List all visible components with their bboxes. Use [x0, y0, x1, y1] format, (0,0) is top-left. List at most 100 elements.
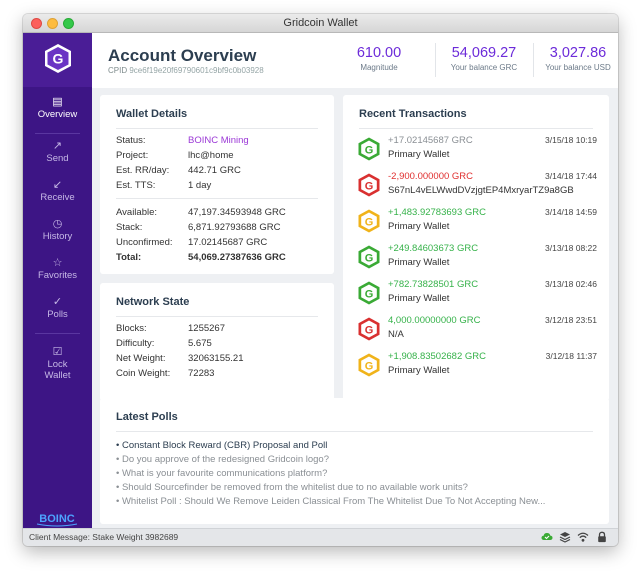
wallet-details-card: Wallet Details Status: BOINC Mining Proj…	[100, 95, 334, 274]
transaction-date: 3/14/18 17:44	[545, 171, 597, 181]
svg-text:BOINC: BOINC	[39, 513, 75, 525]
transaction-account: Primary Wallet	[388, 149, 450, 160]
poll-item[interactable]: • Do you approve of the redesigned Gridc…	[116, 454, 329, 465]
transaction-amount: +1,908.83502682 GRC	[388, 351, 486, 362]
boinc-logo: BOINC	[36, 513, 78, 527]
latest-polls-card: Latest Polls • Constant Block Reward (CB…	[100, 398, 609, 524]
transaction-row[interactable]: G 4,000.00000000 GRC 3/12/18 23:51 N/A	[357, 315, 597, 345]
transaction-amount: +17.02145687 GRC	[388, 135, 473, 146]
poll-item[interactable]: • Constant Block Reward (CBR) Proposal a…	[116, 440, 327, 451]
page-title: Account Overview	[108, 46, 257, 65]
lock-icon: ☑	[52, 346, 63, 358]
latest-polls-title: Latest Polls	[116, 411, 178, 423]
sidebar: G ▤ Overview ↗ Send ↙ Receive ◷ History …	[23, 33, 92, 528]
detail-key: Stack:	[116, 222, 143, 233]
network-key: Net Weight:	[116, 353, 166, 364]
gridcoin-coin-icon: G	[358, 137, 380, 161]
poll-item[interactable]: • What is your favourite communications …	[116, 468, 327, 479]
sidebar-item-send[interactable]: ↗ Send	[23, 139, 92, 164]
card-divider	[359, 128, 593, 129]
transaction-row[interactable]: G +782.73828501 GRC 3/13/18 02:46 Primary W…	[357, 279, 597, 309]
transaction-date: 3/13/18 02:46	[545, 279, 597, 289]
transaction-amount: +782.73828501 GRC	[388, 279, 479, 290]
sidebar-item-overview[interactable]: ▤ Overview	[23, 95, 92, 120]
clock-icon: ◷	[52, 218, 63, 230]
transaction-date: 3/12/18 11:37	[545, 351, 597, 361]
sidebar-item-history[interactable]: ◷ History	[23, 217, 92, 242]
transaction-row[interactable]: G +17.02145687 GRC 3/15/18 10:19 Primary Wa…	[357, 135, 597, 165]
sidebar-item-polls[interactable]: ✓ Polls	[23, 295, 92, 320]
transaction-account: Primary Wallet	[388, 365, 450, 376]
gridcoin-coin-icon: G	[358, 353, 380, 377]
sidebar-item-label: Overview	[37, 109, 78, 120]
cpid: CPID 9ce6f19e20f69790601c9bf9c0b03928	[108, 66, 264, 75]
transaction-amount: -2,900.000000 GRC	[388, 171, 474, 182]
stat-divider	[435, 43, 436, 77]
svg-text:G: G	[53, 51, 64, 67]
sidebar-item-label: Polls	[47, 309, 68, 320]
detail-key: Project:	[116, 150, 149, 161]
detail-value: 6,871.92793688 GRC	[188, 222, 281, 233]
transaction-row[interactable]: G +1,483.92783693 GRC 3/14/18 14:59 Primary…	[357, 207, 597, 237]
svg-text:G: G	[365, 181, 374, 193]
transaction-account: Primary Wallet	[388, 257, 450, 268]
detail-value: 1 day	[188, 180, 212, 191]
cpid-label: CPID	[108, 66, 128, 75]
lock-wallet-button[interactable]: ☑ Lock Wallet	[23, 345, 92, 381]
transaction-row[interactable]: G +249.84603673 GRC 3/13/18 08:22 Primary W…	[357, 243, 597, 273]
svg-text:G: G	[365, 253, 374, 265]
detail-key: Unconfirmed:	[116, 237, 173, 248]
status-bar: Client Message: Stake Weight 3982689	[23, 528, 618, 546]
checkmark-icon: ✓	[52, 296, 63, 308]
gridcoin-coin-icon: G	[358, 245, 380, 269]
stat-balance-usd: 3,027.86 Your balance USD	[543, 45, 613, 72]
transaction-account: Primary Wallet	[388, 293, 450, 304]
network-state-card: Network State Blocks: 1255267 Difficulty…	[100, 283, 334, 401]
sidebar-item-label: Send	[46, 153, 69, 164]
magnitude-label: Magnitude	[360, 63, 398, 72]
gridcoin-coin-icon: G	[358, 317, 380, 341]
transaction-date: 3/13/18 08:22	[545, 243, 597, 253]
transaction-amount: +1,483.92783693 GRC	[388, 207, 486, 218]
card-divider	[116, 431, 593, 432]
balance-usd-label: Your balance USD	[545, 63, 611, 72]
transaction-row[interactable]: G +1,908.83502682 GRC 3/12/18 11:37 Primary…	[357, 351, 597, 381]
card-divider	[116, 128, 318, 129]
account-header: Account Overview CPID 9ce6f19e20f6979060…	[92, 33, 618, 88]
transaction-date: 3/12/18 23:51	[545, 315, 597, 325]
detail-value: lhc@home	[188, 150, 234, 161]
lock-label-line1: Lock	[47, 359, 68, 370]
window-title: Gridcoin Wallet	[283, 17, 358, 29]
svg-text:G: G	[365, 217, 374, 229]
gridcoin-logo-icon: G	[45, 44, 71, 73]
poll-title: Should Sourcefinder be removed from the …	[121, 482, 468, 493]
stack-icon	[559, 532, 571, 543]
poll-item[interactable]: • Whitelist Poll : Should We Remove Leid…	[116, 496, 545, 507]
balance-usd-value: 3,027.86	[549, 45, 607, 61]
stat-divider	[533, 43, 534, 77]
detail-key: Status:	[116, 135, 146, 146]
transaction-amount: +249.84603673 GRC	[388, 243, 479, 254]
magnitude-value: 610.00	[356, 45, 402, 61]
detail-key: Total:	[116, 252, 142, 263]
sidebar-item-label: History	[42, 231, 73, 242]
poll-title: Constant Block Reward (CBR) Proposal and…	[121, 440, 328, 451]
sidebar-item-favorites[interactable]: ☆ Favorites	[23, 256, 92, 281]
recent-transactions-card: Recent Transactions G +17.02145687 GRC 3/1…	[343, 95, 609, 401]
gridcoin-coin-icon: G	[358, 209, 380, 233]
transaction-row[interactable]: G -2,900.000000 GRC 3/14/18 17:44 S67nL4vEL…	[357, 171, 597, 201]
sidebar-item-receive[interactable]: ↙ Receive	[23, 178, 92, 203]
detail-value: 442.71 GRC	[188, 165, 241, 176]
transaction-amount: 4,000.00000000 GRC	[388, 315, 481, 326]
detail-key: Est. TTS:	[116, 180, 156, 191]
sidebar-divider	[35, 133, 80, 134]
overview-icon: ▤	[52, 96, 63, 108]
cpid-value: 9ce6f19e20f69790601c9bf9c0b03928	[129, 66, 264, 75]
poll-item[interactable]: • Should Sourcefinder be removed from th…	[116, 482, 468, 493]
recent-transactions-title: Recent Transactions	[359, 108, 467, 120]
lock-icon	[598, 531, 606, 543]
detail-value: 47,197.34593948 GRC	[188, 207, 286, 218]
transaction-account: Primary Wallet	[388, 221, 450, 232]
receive-arrow-icon: ↙	[52, 179, 63, 191]
poll-title: Do you approve of the redesigned Gridcoi…	[121, 454, 329, 465]
